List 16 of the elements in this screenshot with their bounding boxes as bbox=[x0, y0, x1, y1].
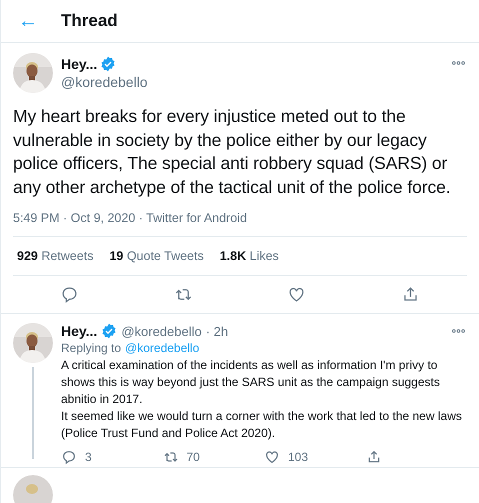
reply-text: A critical examination of the incidents as well as information I'm privy to shows this is way beyond just the SARS unit as the campaign suggests abnitio in 2017. It seemed like we would turn a corner with the work that led to the new laws (Police Trust Fund and Police Act 2020). bbox=[61, 357, 463, 442]
replying-label: Replying to bbox=[61, 341, 122, 355]
stat-link[interactable]: 929 Retweets bbox=[17, 249, 94, 263]
stat-link[interactable]: 1.8K Likes bbox=[220, 249, 279, 263]
author-name[interactable]: Hey... bbox=[61, 56, 98, 72]
action-count: 3 bbox=[85, 450, 92, 464]
tweet-time[interactable]: · 2h bbox=[206, 324, 228, 338]
author-handle[interactable]: @koredebello bbox=[61, 74, 148, 90]
action-count: 103 bbox=[288, 450, 308, 464]
author-name[interactable]: Hey... bbox=[61, 323, 98, 339]
author-handle[interactable]: @koredebello bbox=[121, 324, 202, 338]
page-title: Thread bbox=[61, 11, 118, 31]
action-count: 70 bbox=[186, 450, 200, 464]
stat-link[interactable]: 19 Quote Tweets bbox=[109, 249, 204, 263]
tweet-timestamp: 5:49 PM · Oct 9, 2020 · Twitter for Android bbox=[13, 211, 467, 237]
tweet-text: My heart breaks for every injustice meted out to the vulnerable in society by the police either by our legacy police officers, The special anti robbery squad (SARS) or any other archetype of the tactical unit of the police force. bbox=[13, 105, 452, 199]
